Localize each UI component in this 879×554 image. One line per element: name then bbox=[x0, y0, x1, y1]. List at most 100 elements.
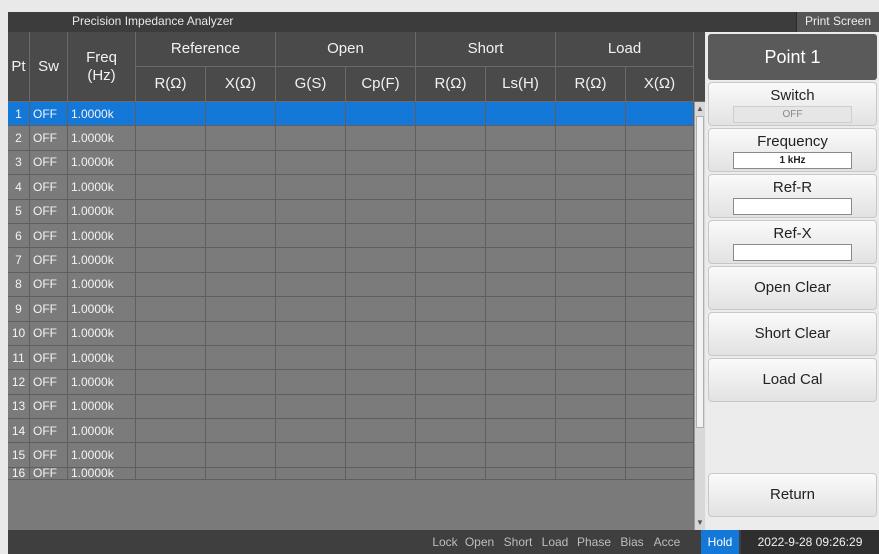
cell-value[interactable] bbox=[486, 223, 556, 248]
cell-value[interactable] bbox=[276, 102, 346, 126]
cell-pt[interactable]: 5 bbox=[8, 199, 30, 223]
cell-value[interactable] bbox=[486, 443, 556, 467]
cell-value[interactable] bbox=[136, 223, 206, 248]
cell-value[interactable] bbox=[626, 419, 694, 443]
ref-x-button[interactable]: Ref-X bbox=[708, 220, 877, 264]
cell-value[interactable] bbox=[626, 467, 694, 479]
table-row[interactable]: 10 OFF 1.0000k bbox=[8, 321, 694, 346]
cell-value[interactable] bbox=[416, 370, 486, 394]
cell-value[interactable] bbox=[206, 199, 276, 223]
cell-value[interactable] bbox=[626, 175, 694, 199]
cell-switch[interactable]: OFF bbox=[30, 199, 68, 223]
cell-frequency[interactable]: 1.0000k bbox=[68, 345, 136, 370]
cell-frequency[interactable]: 1.0000k bbox=[68, 370, 136, 394]
cell-frequency[interactable]: 1.0000k bbox=[68, 467, 136, 479]
cell-pt[interactable]: 2 bbox=[8, 126, 30, 150]
cell-switch[interactable]: OFF bbox=[30, 102, 68, 126]
table-row[interactable]: 1 OFF 1.0000k bbox=[8, 102, 694, 127]
cell-value[interactable] bbox=[486, 297, 556, 321]
cell-value[interactable] bbox=[626, 297, 694, 321]
cell-value[interactable] bbox=[416, 199, 486, 223]
cell-value[interactable] bbox=[416, 126, 486, 150]
cell-value[interactable] bbox=[346, 272, 416, 297]
cell-value[interactable] bbox=[206, 223, 276, 248]
cell-value[interactable] bbox=[276, 297, 346, 321]
cell-frequency[interactable]: 1.0000k bbox=[68, 394, 136, 419]
cell-value[interactable] bbox=[136, 272, 206, 297]
cell-value[interactable] bbox=[346, 443, 416, 467]
table-row[interactable]: 6 OFF 1.0000k bbox=[8, 223, 694, 249]
cell-pt[interactable]: 15 bbox=[8, 443, 30, 467]
table-row[interactable]: 2 OFF 1.0000k bbox=[8, 126, 694, 151]
cell-value[interactable] bbox=[206, 321, 276, 345]
cell-value[interactable] bbox=[416, 272, 486, 297]
cell-value[interactable] bbox=[416, 394, 486, 419]
cell-value[interactable] bbox=[556, 248, 626, 272]
cell-value[interactable] bbox=[626, 199, 694, 223]
cell-value[interactable] bbox=[346, 102, 416, 126]
cell-value[interactable] bbox=[136, 419, 206, 443]
cell-pt[interactable]: 1 bbox=[8, 102, 30, 126]
cell-value[interactable] bbox=[556, 443, 626, 467]
cell-pt[interactable]: 13 bbox=[8, 394, 30, 419]
cell-value[interactable] bbox=[486, 394, 556, 419]
cell-switch[interactable]: OFF bbox=[30, 321, 68, 345]
cell-value[interactable] bbox=[416, 223, 486, 248]
cell-frequency[interactable]: 1.0000k bbox=[68, 419, 136, 443]
cell-pt[interactable]: 12 bbox=[8, 370, 30, 394]
cell-switch[interactable]: OFF bbox=[30, 394, 68, 419]
cell-value[interactable] bbox=[556, 394, 626, 419]
table-row[interactable]: 8 OFF 1.0000k bbox=[8, 272, 694, 298]
scroll-down-icon[interactable]: ▼ bbox=[695, 518, 705, 528]
cell-value[interactable] bbox=[416, 467, 486, 479]
cell-value[interactable] bbox=[206, 467, 276, 479]
cell-value[interactable] bbox=[556, 297, 626, 321]
cell-value[interactable] bbox=[416, 345, 486, 370]
cell-switch[interactable]: OFF bbox=[30, 248, 68, 272]
cell-value[interactable] bbox=[626, 150, 694, 175]
cell-switch[interactable]: OFF bbox=[30, 272, 68, 297]
cell-pt[interactable]: 7 bbox=[8, 248, 30, 272]
cell-value[interactable] bbox=[556, 321, 626, 345]
cell-value[interactable] bbox=[276, 394, 346, 419]
cell-value[interactable] bbox=[626, 370, 694, 394]
cell-switch[interactable]: OFF bbox=[30, 150, 68, 175]
cell-value[interactable] bbox=[626, 126, 694, 150]
return-button[interactable]: Return bbox=[708, 473, 877, 517]
cell-frequency[interactable]: 1.0000k bbox=[68, 321, 136, 345]
cell-value[interactable] bbox=[276, 419, 346, 443]
cell-value[interactable] bbox=[346, 345, 416, 370]
cell-pt[interactable]: 16 bbox=[8, 467, 30, 479]
cell-value[interactable] bbox=[486, 272, 556, 297]
cell-value[interactable] bbox=[346, 175, 416, 199]
cell-value[interactable] bbox=[486, 321, 556, 345]
cell-pt[interactable]: 11 bbox=[8, 345, 30, 370]
load-cal-button[interactable]: Load Cal bbox=[708, 358, 877, 402]
table-row[interactable]: 5 OFF 1.0000k bbox=[8, 199, 694, 224]
cell-value[interactable] bbox=[556, 102, 626, 126]
ref-x-field[interactable] bbox=[733, 244, 852, 261]
cell-value[interactable] bbox=[556, 272, 626, 297]
cell-value[interactable] bbox=[346, 321, 416, 345]
cell-frequency[interactable]: 1.0000k bbox=[68, 102, 136, 126]
table-row[interactable]: 4 OFF 1.0000k bbox=[8, 175, 694, 200]
cell-value[interactable] bbox=[416, 150, 486, 175]
scroll-up-icon[interactable]: ▲ bbox=[695, 104, 705, 114]
cell-value[interactable] bbox=[136, 297, 206, 321]
cell-frequency[interactable]: 1.0000k bbox=[68, 223, 136, 248]
cell-switch[interactable]: OFF bbox=[30, 175, 68, 199]
cell-value[interactable] bbox=[416, 443, 486, 467]
cell-switch[interactable]: OFF bbox=[30, 126, 68, 150]
cell-value[interactable] bbox=[206, 345, 276, 370]
cell-value[interactable] bbox=[206, 175, 276, 199]
cell-value[interactable] bbox=[276, 443, 346, 467]
cell-value[interactable] bbox=[206, 126, 276, 150]
cell-switch[interactable]: OFF bbox=[30, 443, 68, 467]
table-row[interactable]: 12 OFF 1.0000k bbox=[8, 370, 694, 395]
cell-frequency[interactable]: 1.0000k bbox=[68, 150, 136, 175]
cell-switch[interactable]: OFF bbox=[30, 467, 68, 479]
cell-value[interactable] bbox=[276, 150, 346, 175]
cell-value[interactable] bbox=[346, 223, 416, 248]
cell-pt[interactable]: 14 bbox=[8, 419, 30, 443]
ref-r-field[interactable] bbox=[733, 198, 852, 215]
